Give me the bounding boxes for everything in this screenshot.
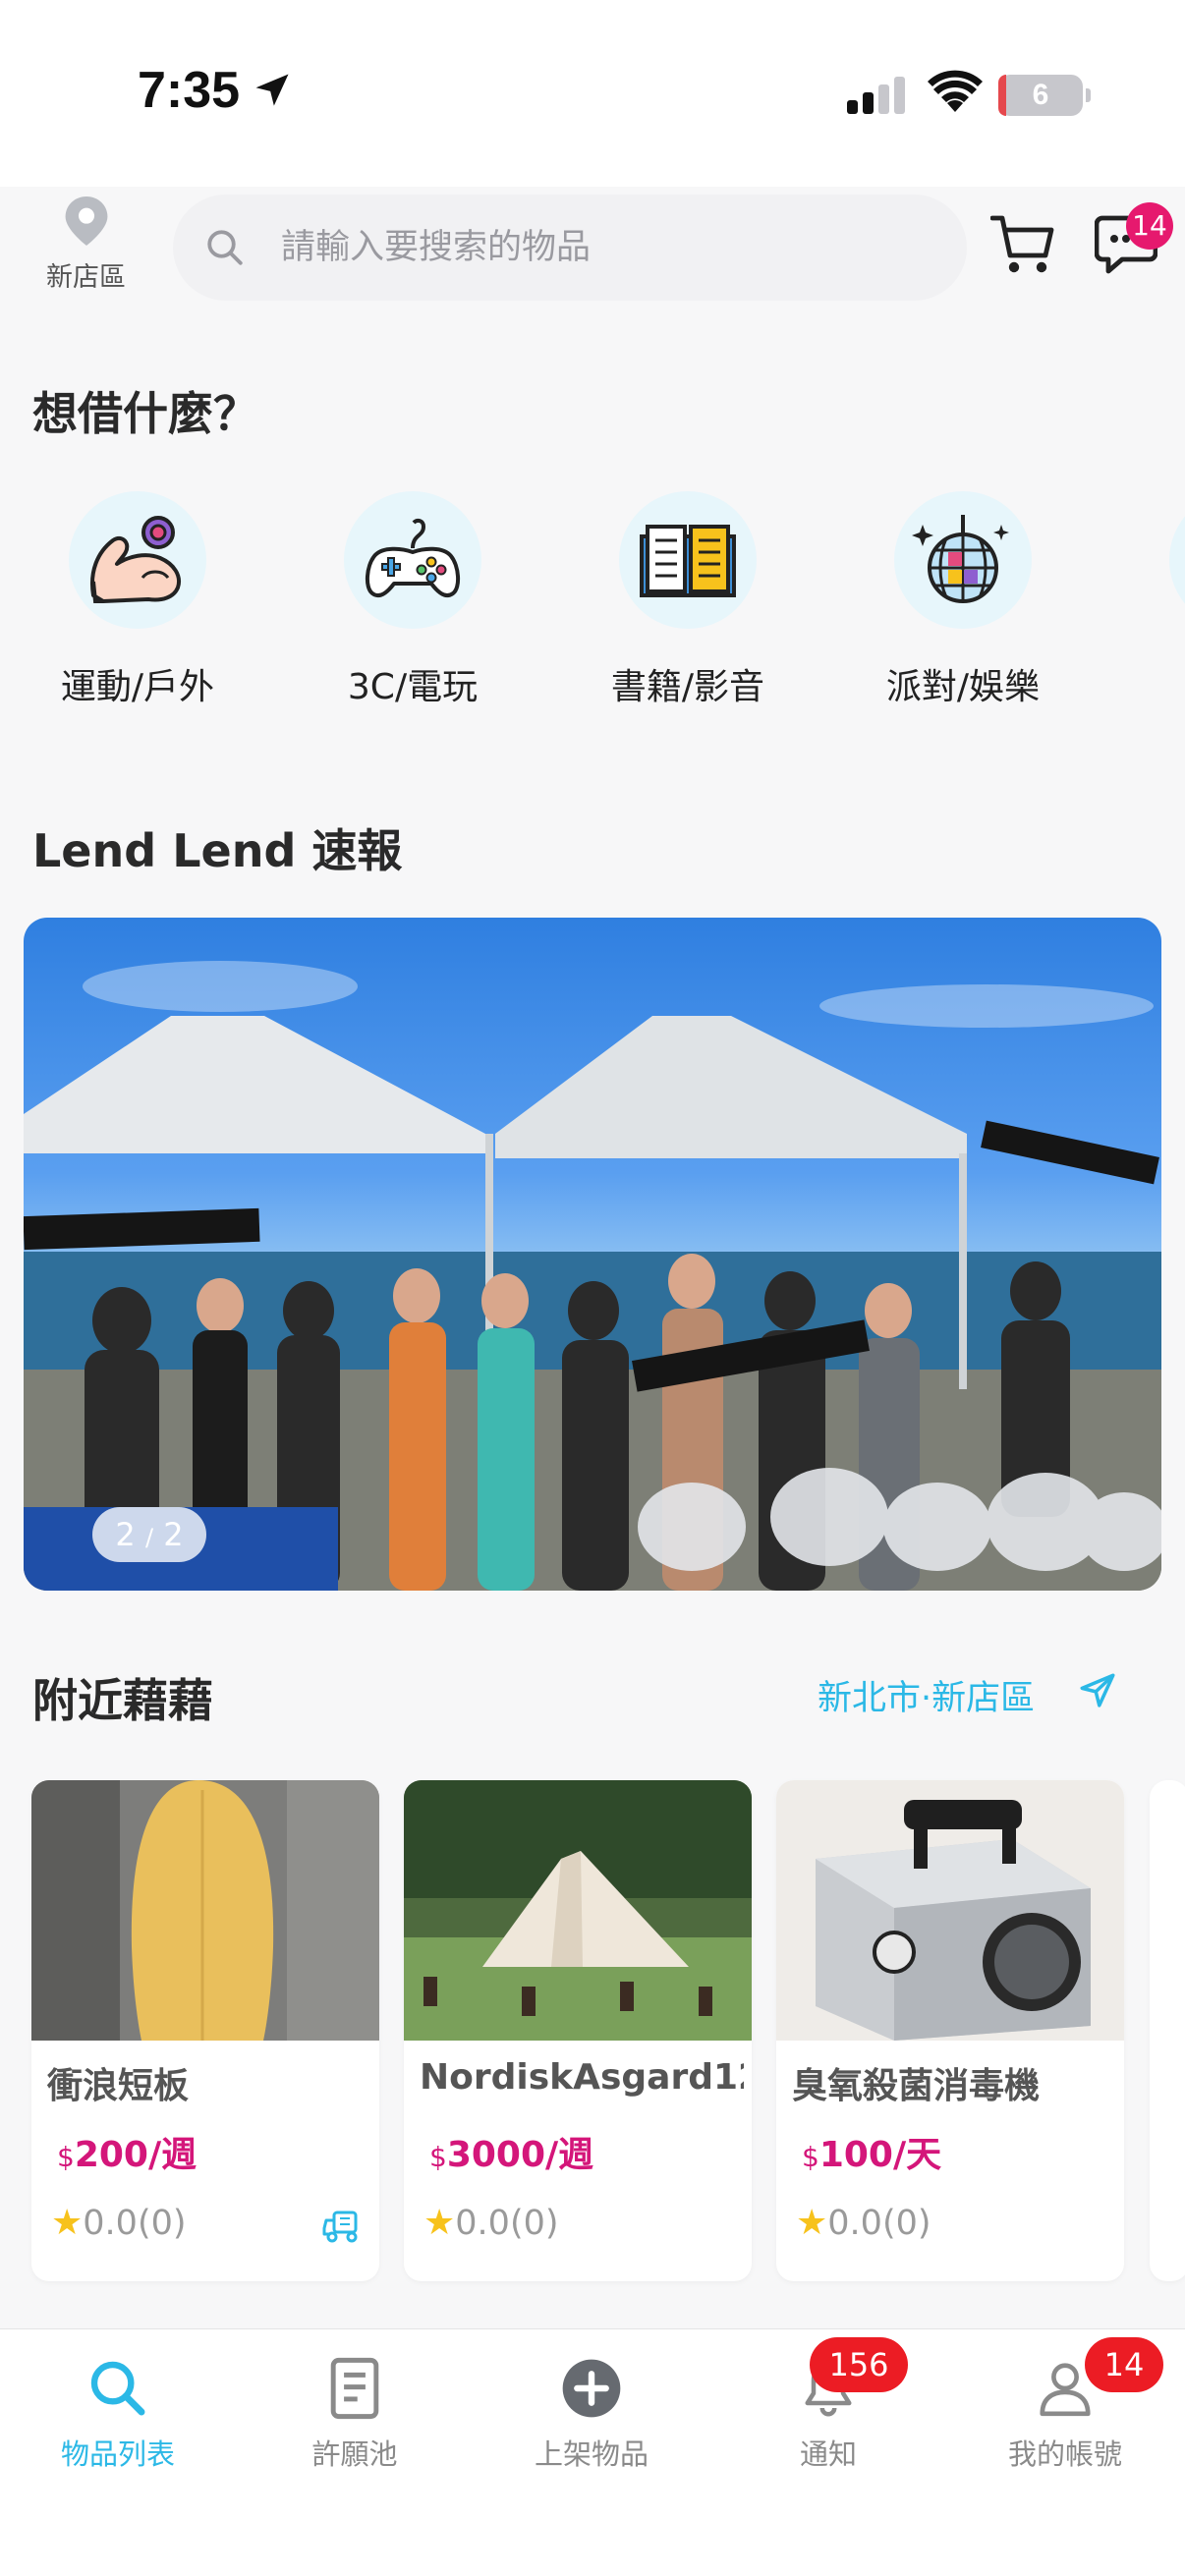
product-name: 衝浪短板 [47,2066,190,2106]
product-rating: ★0.0(0) [51,2203,187,2243]
product-image [404,1780,752,2041]
categories-title: 想借什麼？ [32,387,258,440]
open-book-icon [640,525,736,597]
plus-circle-icon [562,2359,621,2418]
status-bar: 7:35 6 [0,0,1185,187]
location-arrow-icon [255,74,289,106]
star-icon: ★ [51,2203,84,2243]
product-price: $3000/週 [429,2135,594,2175]
category-label: 運動/戶外 [60,667,215,707]
star-icon: ★ [423,2203,456,2243]
account-badge: 14 [1085,2337,1163,2392]
product-price: $200/週 [57,2135,198,2175]
wifi-icon [928,70,983,112]
category-3c[interactable]: 3C/電玩 [295,491,531,709]
muscle-arm-icon [90,516,181,603]
search-input[interactable] [281,214,930,281]
category-list: 運動/戶外 3C/電玩 書籍/影音 派對/娛樂 [0,491,1185,727]
search-icon [207,230,243,265]
product-image [776,1780,1124,2041]
category-books[interactable]: 書籍/影音 [570,491,806,709]
disco-ball-icon [912,515,1009,603]
banner-pager: 2 / 2 [92,1507,206,1562]
chat-badge: 14 [1126,202,1173,250]
tab-wishing-pool[interactable]: 許願池 [256,2349,453,2473]
nearby-title: 附近藉藉 [32,1674,213,1727]
tab-label: 物品列表 [60,2437,175,2471]
delivery-truck-icon [322,2211,358,2243]
gamepad-icon [366,518,460,598]
send-arrow-icon[interactable] [1077,1670,1118,1711]
search-icon [90,2361,145,2416]
category-party[interactable]: 派對/娛樂 [845,491,1081,709]
nearby-location-link[interactable]: 新北市·新店區 [818,1670,1035,1720]
category-label: 樂 [1120,658,1185,709]
news-banner[interactable]: 2 / 2 [24,918,1161,1591]
product-name: NordiskAsgard12.6 [420,2057,744,2098]
tab-add-item[interactable]: 上架物品 [493,2349,690,2473]
category-partial[interactable]: 樂 [1120,491,1185,709]
star-icon: ★ [796,2203,828,2243]
map-pin-icon [65,196,107,246]
category-label: 書籍/影音 [610,667,765,707]
category-label: 3C/電玩 [347,667,479,707]
product-rating: ★0.0(0) [423,2203,559,2243]
battery-indicator: 6 [998,75,1091,116]
product-name: 臭氧殺菌消毒機 [792,2066,1041,2106]
product-image [31,1780,379,2041]
tab-label: 我的帳號 [1007,2437,1122,2471]
search-bar[interactable] [173,195,967,301]
notification-badge: 156 [810,2337,908,2392]
signal-icon [847,77,905,114]
product-card-partial[interactable] [1150,1780,1185,2281]
tab-label: 上架物品 [534,2437,649,2471]
bottom-tab-bar: 物品列表 許願池 上架物品 通知 156 我的帳號 14 [0,2328,1185,2576]
tab-item-list[interactable]: 物品列表 [20,2349,216,2473]
tab-label: 許願池 [311,2437,398,2471]
location-label: 新店區 [46,262,126,293]
location-button[interactable]: 新店區 [29,196,142,305]
product-card[interactable]: NordiskAsgard12.6 $3000/週 ★0.0(0) [404,1780,752,2281]
status-time: 7:35 [138,62,241,119]
news-title: Lend Lend 速報 [32,824,403,877]
product-card[interactable]: 衝浪短板 $200/週 ★0.0(0) [31,1780,379,2281]
product-rating: ★0.0(0) [796,2203,931,2243]
banner-photo [24,961,1161,1591]
cart-icon[interactable] [990,214,1055,275]
product-list: 衝浪短板 $200/週 ★0.0(0) NordiskAsgard12.6 $3… [0,1780,1185,2281]
tab-label: 通知 [799,2437,857,2471]
category-label: 派對/娛樂 [885,667,1041,707]
category-sports[interactable]: 運動/戶外 [20,491,255,709]
product-price: $100/天 [802,2135,942,2175]
product-card[interactable]: 臭氧殺菌消毒機 $100/天 ★0.0(0) [776,1780,1124,2281]
document-icon [330,2357,379,2420]
